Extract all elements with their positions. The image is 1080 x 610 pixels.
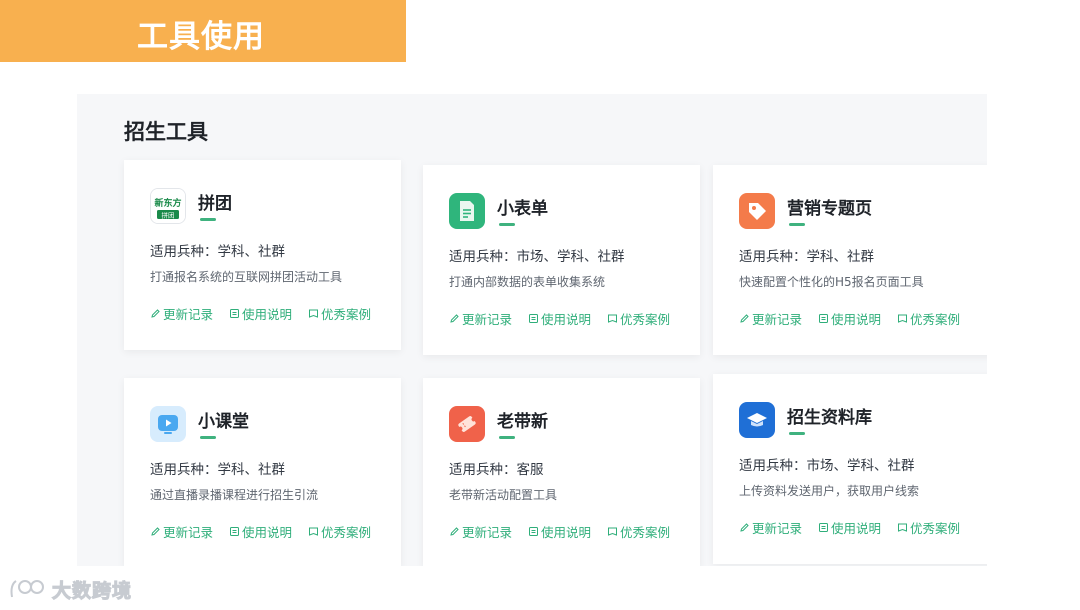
- page-title: 工具使用: [137, 19, 265, 55]
- cases-link[interactable]: 优秀案例: [897, 518, 960, 537]
- tool-links: 更新记录 使用说明 优秀案例: [739, 518, 960, 537]
- tool-scope: 适用兵种：学科、社群: [150, 462, 285, 478]
- cases-link[interactable]: 优秀案例: [607, 522, 670, 541]
- changelog-link[interactable]: 更新记录: [150, 304, 213, 323]
- tool-scope: 适用兵种：学科、社群: [739, 249, 874, 265]
- tool-links: 更新记录 使用说明 优秀案例: [449, 309, 670, 328]
- tool-links: 更新记录 使用说明 优秀案例: [449, 522, 670, 541]
- title-underline: [499, 436, 515, 439]
- title-underline: [200, 218, 216, 221]
- tool-scope: 适用兵种：市场、学科、社群: [739, 458, 915, 474]
- title-underline: [789, 223, 805, 226]
- ticket-icon: [449, 406, 485, 442]
- tool-card-referral[interactable]: 老带新 适用兵种：客服 老带新活动配置工具 更新记录 使用说明 优秀案例: [423, 378, 700, 566]
- book-icon: [608, 527, 618, 536]
- manual-icon: [529, 314, 539, 323]
- manual-link[interactable]: 使用说明: [229, 522, 292, 541]
- book-icon: [898, 314, 908, 323]
- tag-icon: [739, 193, 775, 229]
- tool-description: 打通内部数据的表单收集系统: [449, 275, 606, 289]
- changelog-link[interactable]: 更新记录: [739, 518, 802, 537]
- tool-name: 营销专题页: [787, 199, 872, 219]
- tool-links: 更新记录 使用说明 优秀案例: [739, 309, 960, 328]
- cases-link[interactable]: 优秀案例: [607, 309, 670, 328]
- cases-link[interactable]: 优秀案例: [897, 309, 960, 328]
- tool-card-materials-library[interactable]: 招生资料库 适用兵种：市场、学科、社群 上传资料发送用户，获取用户线索 更新记录…: [713, 374, 987, 564]
- icon-text-bottom: 拼团: [162, 211, 175, 220]
- pencil-icon: [740, 523, 749, 532]
- manual-link[interactable]: 使用说明: [528, 309, 591, 328]
- manual-icon: [230, 309, 240, 318]
- tool-description: 老带新活动配置工具: [449, 488, 558, 502]
- graduation-cap-icon: [739, 402, 775, 438]
- manual-link[interactable]: 使用说明: [818, 309, 881, 328]
- manual-icon: [819, 523, 829, 532]
- tool-links: 更新记录 使用说明 优秀案例: [150, 522, 371, 541]
- tool-description: 通过直播录播课程进行招生引流: [150, 488, 319, 502]
- tool-scope: 适用兵种：市场、学科、社群: [449, 249, 625, 265]
- tool-scope: 适用兵种：客服: [449, 462, 544, 478]
- tool-name: 小表单: [497, 199, 548, 219]
- cases-link[interactable]: 优秀案例: [308, 522, 371, 541]
- title-underline: [499, 223, 515, 226]
- book-icon: [608, 314, 618, 323]
- pencil-icon: [740, 314, 749, 323]
- title-underline: [789, 432, 805, 435]
- panel-title: 招生工具: [124, 120, 208, 144]
- manual-link[interactable]: 使用说明: [528, 522, 591, 541]
- book-icon: [898, 523, 908, 532]
- footer-watermark: 大数跨境: [8, 575, 132, 603]
- pencil-icon: [151, 309, 160, 318]
- changelog-link[interactable]: 更新记录: [449, 309, 512, 328]
- video-play-icon: [150, 406, 186, 442]
- changelog-link[interactable]: 更新记录: [449, 522, 512, 541]
- tool-card-marketing-page[interactable]: 营销专题页 适用兵种：学科、社群 快速配置个性化的H5报名页面工具 更新记录 使…: [713, 165, 987, 355]
- tool-links: 更新记录 使用说明 优秀案例: [150, 304, 371, 323]
- tool-scope: 适用兵种：学科、社群: [150, 244, 285, 260]
- header-banner: 工具使用: [0, 0, 406, 62]
- tool-card-mini-class[interactable]: 小课堂 适用兵种：学科、社群 通过直播录播课程进行招生引流 更新记录 使用说明 …: [124, 378, 401, 566]
- changelog-link[interactable]: 更新记录: [150, 522, 213, 541]
- manual-icon: [819, 314, 829, 323]
- manual-icon: [529, 527, 539, 536]
- manual-link[interactable]: 使用说明: [818, 518, 881, 537]
- tool-name: 小课堂: [198, 412, 249, 432]
- cases-link[interactable]: 优秀案例: [308, 304, 371, 323]
- tool-description: 打通报名系统的互联网拼团活动工具: [150, 270, 343, 284]
- pencil-icon: [450, 527, 459, 536]
- tool-card-group-buy[interactable]: 新东方 拼团 拼团 适用兵种：学科、社群 打通报名系统的互联网拼团活动工具 更新…: [124, 160, 401, 350]
- manual-link[interactable]: 使用说明: [229, 304, 292, 323]
- book-icon: [309, 309, 319, 318]
- title-underline: [200, 436, 216, 439]
- xdf-logo-icon: 新东方 拼团: [150, 188, 186, 224]
- tool-name: 招生资料库: [787, 408, 872, 428]
- brand-logo-icon: [10, 580, 44, 598]
- pencil-icon: [450, 314, 459, 323]
- book-icon: [309, 527, 319, 536]
- tool-card-mini-form[interactable]: 小表单 适用兵种：市场、学科、社群 打通内部数据的表单收集系统 更新记录 使用说…: [423, 165, 700, 355]
- manual-icon: [230, 527, 240, 536]
- icon-text-top: 新东方: [154, 197, 181, 209]
- tool-name: 拼团: [198, 194, 232, 214]
- brand-name: 大数跨境: [51, 579, 133, 602]
- changelog-link[interactable]: 更新记录: [739, 309, 802, 328]
- document-icon: [449, 193, 485, 229]
- pencil-icon: [151, 527, 160, 536]
- recruitment-tools-panel: 招生工具 新东方 拼团 拼团 适用兵种：学科、社群 打通报名系统的互联网拼团活动…: [77, 94, 987, 566]
- tool-name: 老带新: [497, 412, 548, 432]
- tool-description: 上传资料发送用户，获取用户线索: [739, 484, 920, 498]
- tool-description: 快速配置个性化的H5报名页面工具: [739, 275, 924, 289]
